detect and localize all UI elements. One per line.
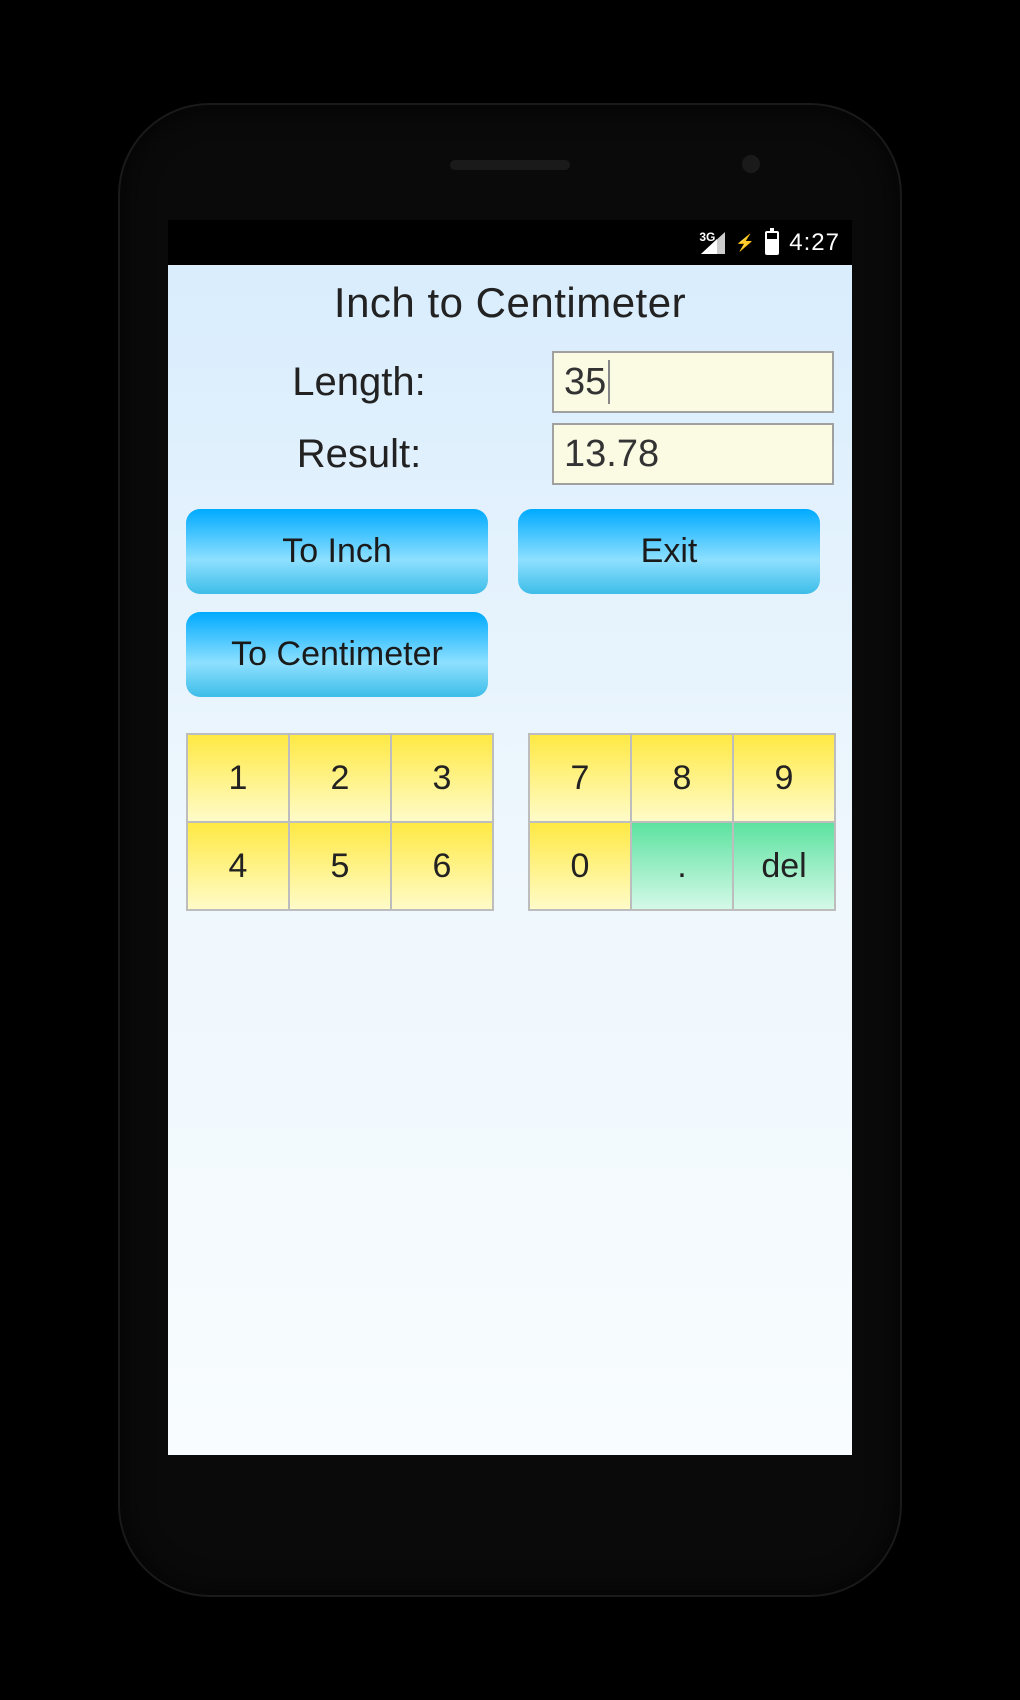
key-del[interactable]: del <box>734 823 836 911</box>
result-output: 13.78 <box>552 423 834 485</box>
key-6[interactable]: 6 <box>392 823 494 911</box>
result-value: 13.78 <box>564 433 659 476</box>
key-2[interactable]: 2 <box>290 735 392 823</box>
clock: 4:27 <box>789 229 840 257</box>
length-input[interactable]: 35 <box>552 351 834 413</box>
key-0[interactable]: 0 <box>530 823 632 911</box>
signal-icon: 3G <box>701 232 725 254</box>
length-value: 35 <box>564 361 606 404</box>
key-4[interactable]: 4 <box>188 823 290 911</box>
key-8[interactable]: 8 <box>632 735 734 823</box>
key-5[interactable]: 5 <box>290 823 392 911</box>
key-9[interactable]: 9 <box>734 735 836 823</box>
key-7[interactable]: 7 <box>530 735 632 823</box>
key-3[interactable]: 3 <box>392 735 494 823</box>
key-dot[interactable]: . <box>632 823 734 911</box>
result-label: Result: <box>186 432 532 477</box>
to-centimeter-button[interactable]: To Centimeter <box>186 612 488 697</box>
status-bar: 3G ⚡ 4:27 <box>168 220 852 265</box>
key-1[interactable]: 1 <box>188 735 290 823</box>
to-inch-button[interactable]: To Inch <box>186 509 488 594</box>
network-label: 3G <box>699 230 715 244</box>
keypad-right: 7 8 9 0 . del <box>528 733 836 911</box>
length-label: Length: <box>186 360 532 405</box>
page-title: Inch to Centimeter <box>186 279 834 327</box>
keypad-left: 1 2 3 4 5 6 <box>186 733 494 911</box>
charging-icon: ⚡ <box>735 233 755 253</box>
battery-icon <box>765 231 779 255</box>
exit-button[interactable]: Exit <box>518 509 820 594</box>
